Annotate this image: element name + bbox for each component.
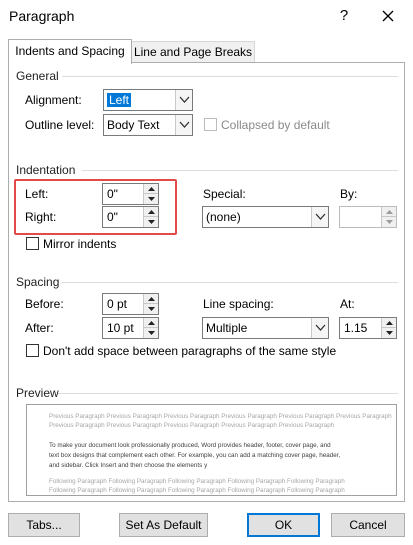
chevron-down-icon [179, 96, 190, 103]
preview-following-line: Following Paragraph Following Paragraph … [49, 487, 345, 494]
before-spinner[interactable]: 0 pt [102, 293, 159, 315]
by-label: By: [340, 187, 358, 201]
caret-down-icon [148, 331, 155, 335]
outline-level-value: Body Text [107, 118, 160, 132]
title-bar: Paragraph ? [0, 0, 413, 32]
collapsed-label: Collapsed by default [221, 118, 330, 132]
mirror-indents-checkbox[interactable] [26, 237, 39, 250]
general-divider [62, 76, 398, 77]
caret-up-icon [148, 297, 155, 301]
preview-following-line: Following Paragraph Following Paragraph … [49, 478, 345, 485]
spin-up-button[interactable] [143, 184, 158, 194]
outline-level-label: Outline level: [25, 118, 95, 132]
at-value: 1.15 [344, 321, 368, 335]
chevron-down-icon [315, 324, 326, 331]
tabs-button[interactable]: Tabs... [8, 513, 80, 537]
mirror-indents-label: Mirror indents [43, 237, 117, 251]
preview-previous-line: Previous Paragraph Previous Paragraph Pr… [49, 422, 335, 429]
dont-add-space-checkbox[interactable] [26, 344, 39, 357]
preview-previous-line: Previous Paragraph Previous Paragraph Pr… [49, 413, 392, 420]
indent-right-value: 0" [107, 210, 118, 224]
dialog-title: Paragraph [9, 8, 75, 24]
caret-up-icon [148, 321, 155, 325]
preview-sample-line: text box designs that complement each ot… [49, 452, 341, 459]
spin-up-button[interactable] [143, 207, 158, 217]
tab-line-and-page-breaks[interactable]: Line and Page Breaks [131, 41, 255, 63]
indentation-heading: Indentation [16, 163, 76, 177]
spacing-divider [62, 282, 398, 283]
ok-button[interactable]: OK [247, 513, 320, 537]
chevron-down-icon [179, 121, 190, 128]
set-as-default-button[interactable]: Set As Default [119, 513, 208, 537]
alignment-label: Alignment: [25, 93, 82, 107]
line-spacing-value: Multiple [206, 321, 248, 335]
outline-level-select[interactable]: Body Text [103, 114, 193, 136]
indent-right-label: Right: [25, 210, 57, 224]
special-select[interactable]: (none) [202, 206, 329, 228]
preview-sample-line: To make your document look professionall… [49, 442, 331, 449]
spin-down-button[interactable] [381, 217, 396, 227]
spin-down-button[interactable] [143, 217, 158, 227]
paragraph-preview: Previous Paragraph Previous Paragraph Pr… [26, 404, 397, 496]
line-spacing-select[interactable]: Multiple [202, 317, 329, 339]
cancel-button[interactable]: Cancel [331, 513, 405, 537]
spacing-heading: Spacing [16, 275, 60, 289]
caret-down-icon [148, 197, 155, 201]
spin-up-button[interactable] [143, 318, 158, 328]
at-label: At: [340, 297, 355, 311]
indent-left-label: Left: [25, 187, 49, 201]
indent-left-spinner[interactable]: 0" [102, 183, 159, 205]
spin-down-button[interactable] [143, 304, 158, 314]
spin-up-button[interactable] [381, 318, 396, 328]
after-label: After: [25, 321, 54, 335]
special-label: Special: [203, 187, 246, 201]
before-value: 0 pt [107, 297, 128, 311]
indent-right-spinner[interactable]: 0" [102, 206, 159, 228]
tab-indents-and-spacing[interactable]: Indents and Spacing [8, 39, 132, 64]
spin-up-button[interactable] [143, 294, 158, 304]
after-value: 10 pt [107, 321, 134, 335]
caret-up-icon [386, 321, 393, 325]
by-spinner[interactable] [339, 206, 397, 228]
collapsed-checkbox[interactable] [204, 118, 217, 131]
general-heading: General [16, 69, 59, 83]
at-spinner[interactable]: 1.15 [339, 317, 397, 339]
spin-down-button[interactable] [381, 328, 396, 338]
before-label: Before: [25, 297, 64, 311]
caret-down-icon [386, 220, 393, 224]
caret-down-icon [386, 331, 393, 335]
indentation-divider [82, 170, 398, 171]
after-spinner[interactable]: 10 pt [102, 317, 159, 339]
caret-down-icon [148, 220, 155, 224]
spin-down-button[interactable] [143, 194, 158, 204]
dont-add-space-label: Don't add space between paragraphs of th… [43, 344, 337, 358]
preview-sample-line: and sidebar. Click Insert and then choos… [49, 462, 208, 469]
chevron-down-icon [315, 213, 326, 220]
close-button[interactable] [376, 4, 400, 28]
caret-down-icon [148, 307, 155, 311]
spin-down-button[interactable] [143, 328, 158, 338]
caret-up-icon [386, 210, 393, 214]
help-button[interactable]: ? [334, 5, 354, 27]
alignment-value: Left [107, 93, 132, 107]
line-spacing-label: Line spacing: [203, 297, 274, 311]
alignment-select[interactable]: Left [103, 89, 193, 111]
indent-left-value: 0" [107, 187, 118, 201]
special-value: (none) [206, 210, 241, 224]
preview-heading: Preview [16, 386, 59, 400]
spin-up-button[interactable] [381, 207, 396, 217]
caret-up-icon [148, 210, 155, 214]
caret-up-icon [148, 187, 155, 191]
preview-divider [58, 393, 398, 394]
close-icon [382, 10, 394, 22]
